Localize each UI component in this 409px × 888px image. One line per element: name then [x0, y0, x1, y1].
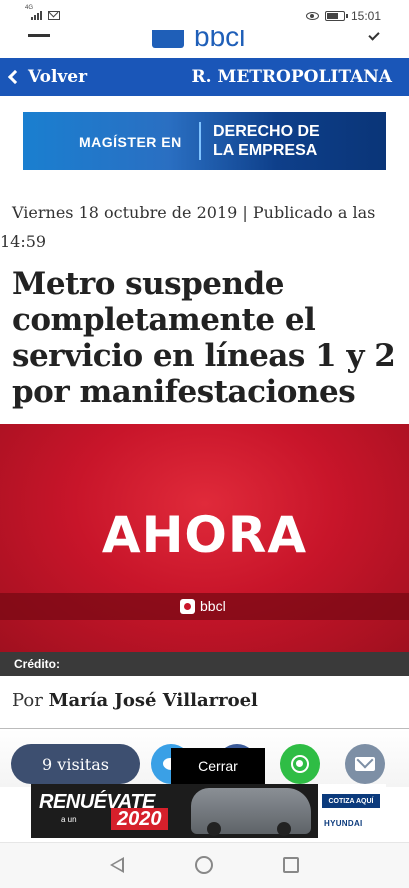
- visits-counter: 9 visitas: [11, 744, 140, 784]
- ad-banner-top[interactable]: MAGÍSTER EN DERECHO DE LA EMPRESA: [23, 112, 386, 170]
- image-credit: Crédito:: [0, 652, 409, 676]
- share-email-button[interactable]: [345, 744, 385, 784]
- status-time: 15:01: [350, 9, 381, 23]
- back-button[interactable]: Volver: [6, 58, 87, 96]
- article-date-line2: 14:59: [0, 232, 47, 251]
- article-author: Por María José Villarroel: [12, 690, 258, 711]
- signal-icon: [31, 10, 42, 20]
- ad-bottom-cta-button[interactable]: COTIZA AQUÍ: [322, 794, 380, 808]
- hamburger-menu-icon[interactable]: [28, 34, 50, 37]
- status-bar: 4G 15:01: [0, 0, 409, 30]
- chevron-left-icon: [7, 69, 23, 85]
- network-type: 4G: [25, 5, 34, 11]
- ad-banner-bottom[interactable]: RENUÉVATE a un 2020 COTIZA AQUÍ HYUNDAI: [31, 784, 386, 838]
- ad-top-left-text: MAGÍSTER EN: [79, 134, 182, 150]
- share-whatsapp-button[interactable]: [280, 744, 320, 784]
- article-hero-image[interactable]: AHORA bbcl: [0, 424, 409, 652]
- ad-bottom-year: 2020: [111, 808, 168, 830]
- app-header: bbcl: [0, 30, 409, 58]
- back-label: Volver: [28, 67, 88, 87]
- brand-text: bbcl: [194, 30, 246, 52]
- status-left: 4G: [25, 5, 60, 20]
- car-image: [191, 788, 311, 836]
- close-ad-button[interactable]: Cerrar: [171, 748, 265, 784]
- author-prefix: Por: [12, 690, 43, 711]
- section-link[interactable]: R. METROPOLITANA: [192, 58, 392, 96]
- author-name[interactable]: María José Villarroel: [49, 690, 258, 711]
- nav-back-icon[interactable]: [110, 857, 124, 873]
- article-date-line1: Viernes 18 octubre de 2019 | Publicado a…: [12, 203, 376, 222]
- brand-mark-icon: [180, 598, 195, 614]
- brand-mark-icon: [152, 30, 184, 48]
- ad-top-right-line2: LA EMPRESA: [213, 142, 318, 159]
- section-nav-bar: Volver R. METROPOLITANA: [0, 58, 409, 96]
- ad-top-right-text: DERECHO DE LA EMPRESA: [213, 122, 320, 160]
- hero-text: AHORA: [101, 506, 308, 564]
- android-nav-bar: [0, 842, 409, 888]
- battery-icon: [324, 11, 348, 21]
- hero-brand: bbcl: [180, 598, 226, 614]
- article-headline: Metro suspende completamente el servicio…: [12, 266, 396, 410]
- ad-bottom-brand: HYUNDAI: [324, 819, 363, 828]
- nav-recents-icon[interactable]: [283, 857, 299, 873]
- mail-notification-icon: [48, 10, 60, 20]
- ad-bottom-small-text: a un: [61, 815, 77, 824]
- nav-home-icon[interactable]: [195, 856, 213, 874]
- ad-top-divider: [199, 122, 201, 160]
- status-right: 15:01: [305, 9, 381, 23]
- chevron-down-icon[interactable]: [368, 30, 380, 41]
- brand-logo[interactable]: bbcl: [152, 30, 246, 52]
- ad-top-right-line1: DERECHO DE: [213, 123, 320, 140]
- hero-brand-text: bbcl: [200, 598, 226, 614]
- whatsapp-icon: [291, 755, 309, 773]
- email-icon: [355, 757, 375, 771]
- ad-bottom-right-panel: COTIZA AQUÍ HYUNDAI: [318, 784, 386, 838]
- eye-comfort-icon: [305, 12, 319, 20]
- article-date: Viernes 18 octubre de 2019 | Publicado a…: [0, 198, 409, 256]
